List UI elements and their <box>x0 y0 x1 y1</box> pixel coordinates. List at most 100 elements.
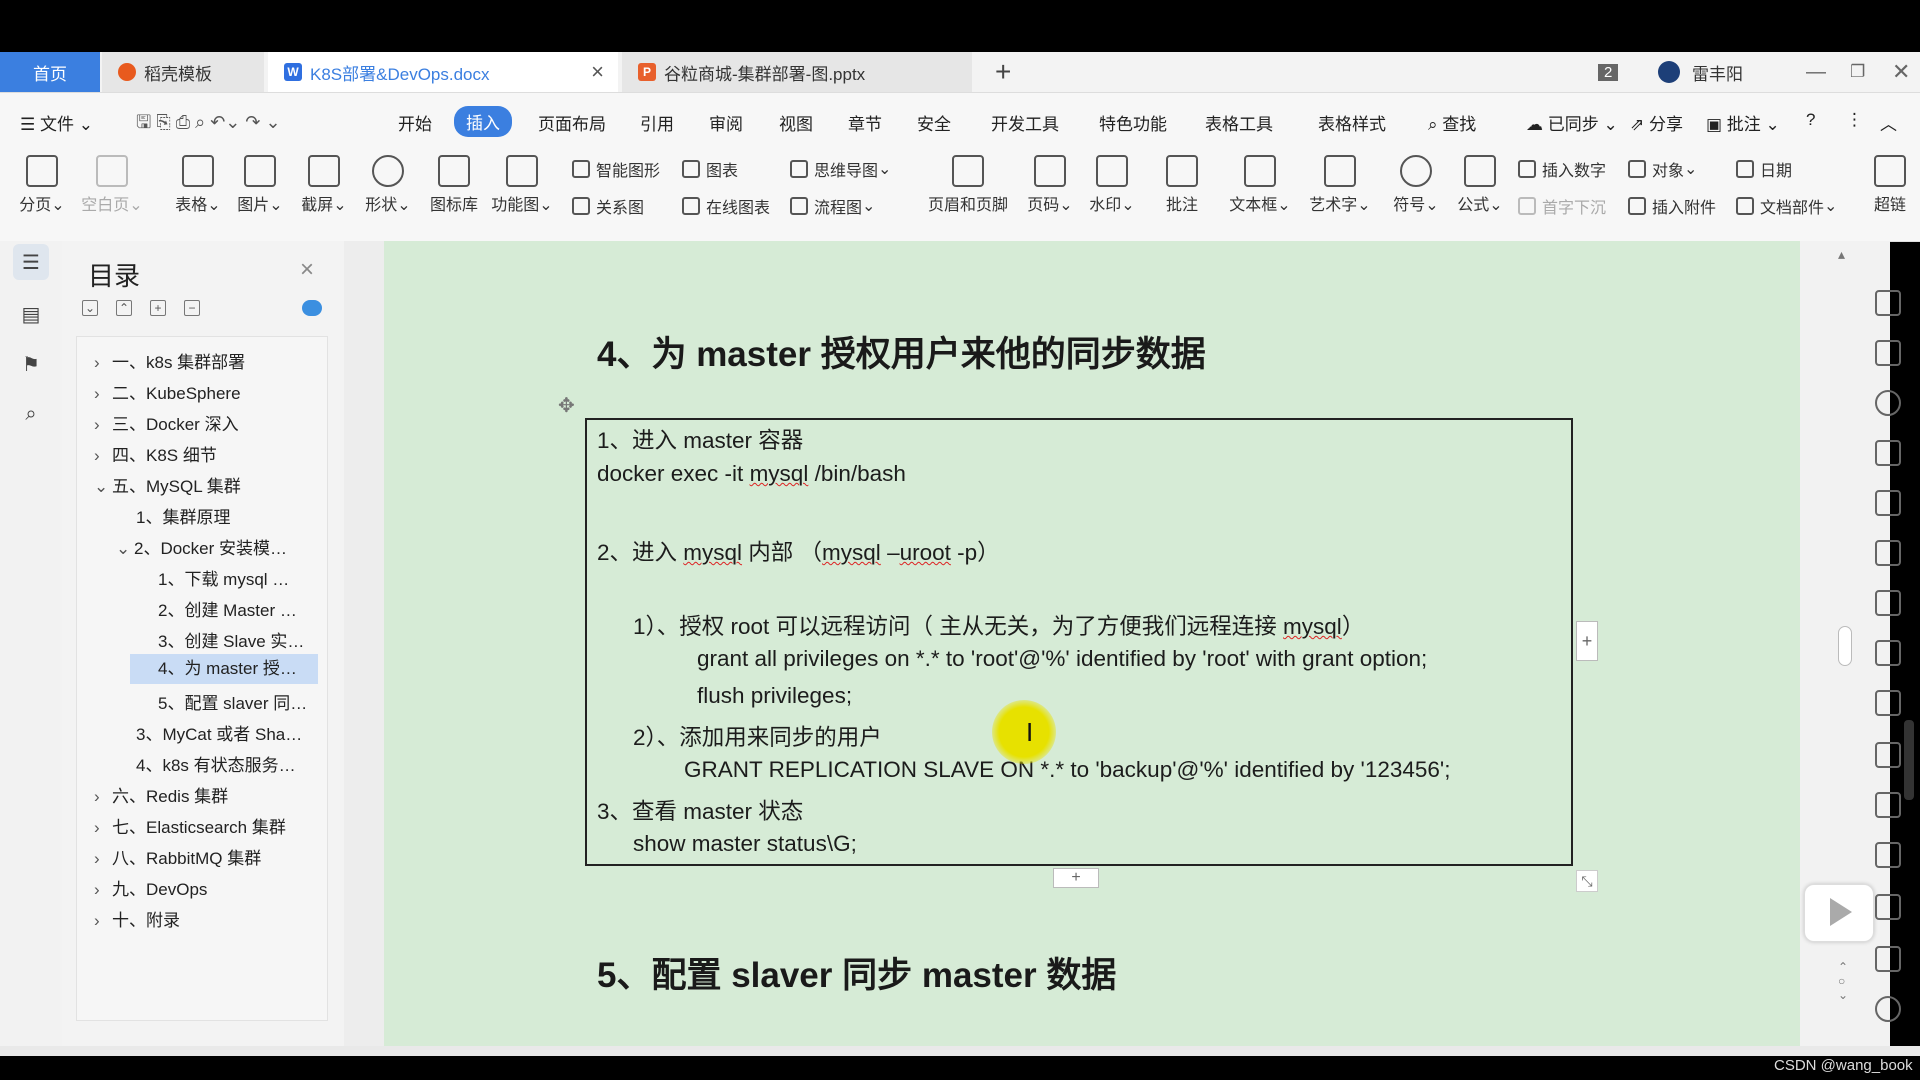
chevron-right-icon[interactable]: › <box>94 818 112 838</box>
screenshot-button[interactable]: 截屏⌄ <box>292 155 356 215</box>
window-count-badge[interactable]: 2 <box>1598 52 1619 92</box>
toc-item[interactable]: › 一、k8s 集群部署 <box>94 348 245 373</box>
shape-button[interactable]: 形状⌄ <box>356 155 420 215</box>
blank-page-button[interactable]: 空白页⌄ <box>80 155 144 215</box>
menu-security[interactable]: 安全 <box>917 110 951 135</box>
toc-item[interactable]: › 四、K8S 细节 <box>94 441 217 466</box>
add-heading-icon[interactable]: + <box>150 300 166 316</box>
toc-item[interactable]: › 二、KubeSphere <box>94 379 241 404</box>
document-part-button[interactable]: 文档部件 ⌄ <box>1736 194 1837 218</box>
symbol-button[interactable]: 符号⌄ <box>1384 155 1448 215</box>
header-footer-button[interactable]: 页眉和页脚 <box>918 155 1018 215</box>
tab-home[interactable]: 首页 <box>0 52 100 92</box>
attachment-button[interactable]: 插入附件 <box>1628 194 1716 218</box>
scroll-up-icon[interactable]: ▴ <box>1838 246 1845 263</box>
select-cursor-icon[interactable] <box>1875 340 1901 366</box>
apps-icon[interactable] <box>1875 590 1901 616</box>
formula-button[interactable]: 公式⌄ <box>1448 155 1512 215</box>
relation-chart-button[interactable]: 关系图 <box>572 194 644 218</box>
toc-item[interactable]: 4、k8s 有状态服务… <box>136 751 296 776</box>
page-number-button[interactable]: 页码⌄ <box>1018 155 1082 215</box>
icon-library-button[interactable]: 图标库 <box>422 155 486 215</box>
collapse-ribbon-icon[interactable]: ︿ <box>1880 110 1897 135</box>
toc-item[interactable]: 5、配置 slaver 同… <box>158 689 307 714</box>
smartart-button[interactable]: 智能图形 <box>572 157 660 181</box>
dropcap-button[interactable]: 首字下沉 <box>1518 194 1606 218</box>
toc-item[interactable]: › 三、Docker 深入 <box>94 410 239 435</box>
bookmark-icon[interactable]: ⚑ <box>13 346 49 382</box>
toc-item[interactable]: 1、集群原理 <box>136 503 230 528</box>
chevron-right-icon[interactable]: › <box>94 911 112 931</box>
menu-references[interactable]: 引用 <box>640 110 674 135</box>
add-row-button[interactable]: + <box>1053 868 1099 888</box>
tab-docer-templates[interactable]: 稻壳模板 <box>102 52 264 92</box>
restore-icon[interactable]: ❐ <box>1850 52 1865 92</box>
table-grid-icon[interactable] <box>1875 540 1901 566</box>
settings-sliders-icon[interactable] <box>1875 690 1901 716</box>
sync-status[interactable]: ☁ 已同步 ⌄ <box>1526 110 1618 135</box>
toc-item[interactable]: › 七、Elasticsearch 集群 <box>94 813 286 838</box>
vertical-scrollbar-thumb[interactable] <box>1838 626 1852 666</box>
minimize-icon[interactable]: — <box>1806 52 1826 92</box>
image-icon[interactable] <box>1875 742 1901 768</box>
translate-icon[interactable] <box>1875 842 1901 868</box>
online-chart-button[interactable]: 在线图表 <box>682 194 770 218</box>
menu-developer[interactable]: 开发工具 <box>991 110 1059 135</box>
picture-icon[interactable] <box>1875 946 1901 972</box>
chevron-right-icon[interactable]: › <box>94 415 112 435</box>
table-move-handle-icon[interactable]: ✥ <box>558 393 575 418</box>
toc-item[interactable]: ⌄ 五、MySQL 集群 <box>94 472 241 497</box>
side-handle[interactable] <box>1904 720 1914 800</box>
picture-button[interactable]: 图片⌄ <box>228 155 292 215</box>
watermark-button[interactable]: 水印⌄ <box>1080 155 1144 215</box>
date-button[interactable]: 日期 <box>1736 157 1792 181</box>
toc-sync-icon[interactable] <box>302 300 322 316</box>
toc-item[interactable]: 3、MyCat 或者 Sha… <box>136 720 302 745</box>
menu-review[interactable]: 审阅 <box>709 110 743 135</box>
close-tab-icon[interactable]: × <box>591 59 604 85</box>
page-thumbnail-icon[interactable]: ▤ <box>13 296 49 332</box>
object-button[interactable]: 对象 ⌄ <box>1628 157 1697 181</box>
flowchart-button[interactable]: 流程图 ⌄ <box>790 194 875 218</box>
find-icon[interactable]: ⌕ <box>13 396 49 432</box>
collapse-all-icon[interactable]: ⌃ <box>116 300 132 316</box>
export-icon[interactable] <box>1875 792 1901 818</box>
help-button[interactable]: ? <box>1806 110 1815 130</box>
toc-item[interactable]: › 八、RabbitMQ 集群 <box>94 844 261 869</box>
archive-icon[interactable] <box>1875 894 1901 920</box>
page-nav-icons[interactable]: ⌃ ○ ⌄ <box>1838 960 1848 1002</box>
wordart-button[interactable]: 艺术字⌄ <box>1308 155 1372 215</box>
menu-start[interactable]: 开始 <box>398 110 432 135</box>
toc-item[interactable]: 1、下载 mysql … <box>158 565 289 590</box>
expand-all-icon[interactable]: ⌄ <box>82 300 98 316</box>
share-button[interactable]: ⇗ 分享 <box>1630 110 1683 135</box>
insert-number-button[interactable]: 插入数字 <box>1518 157 1606 181</box>
file-menu[interactable]: ☰ 文件 ⌄ <box>20 110 93 135</box>
more-icon[interactable]: ⋮ <box>1846 110 1863 130</box>
toc-item-selected[interactable]: 4、为 master 授… <box>130 654 318 684</box>
menu-page-layout[interactable]: 页面布局 <box>538 110 606 135</box>
menu-view[interactable]: 视图 <box>779 110 813 135</box>
quick-access-toolbar[interactable]: 🖫 ⎘ ⎙ ⌕ ↶⌄ ↷ ⌄ <box>136 110 281 140</box>
chevron-right-icon[interactable]: › <box>94 384 112 404</box>
menu-table-style[interactable]: 表格样式 <box>1318 110 1386 135</box>
shapes-icon[interactable] <box>1875 440 1901 466</box>
textbox-button[interactable]: 文本框⌄ <box>1228 155 1292 215</box>
remove-heading-icon[interactable]: − <box>184 300 200 316</box>
table-button[interactable]: 表格⌄ <box>166 155 230 215</box>
tab-pptx[interactable]: P 谷粒商城-集群部署-图.pptx <box>622 52 972 92</box>
edit-pen-icon[interactable] <box>1875 290 1901 316</box>
toc-item[interactable]: 3、创建 Slave 实… <box>158 627 304 652</box>
mindmap-button[interactable]: 思维导图 ⌄ <box>790 157 891 181</box>
location-icon[interactable] <box>1875 996 1901 1022</box>
table-resize-handle-icon[interactable]: ⤡ <box>1576 870 1598 892</box>
chart-icon[interactable] <box>1875 640 1901 666</box>
chevron-down-icon[interactable]: ⌄ <box>94 477 112 497</box>
toc-item[interactable]: › 六、Redis 集群 <box>94 782 228 807</box>
toc-panel-icon[interactable]: ☰ <box>13 244 49 280</box>
chevron-right-icon[interactable]: › <box>94 849 112 869</box>
chevron-right-icon[interactable]: › <box>94 880 112 900</box>
comment-menu[interactable]: ▣ 批注 ⌄ <box>1706 110 1780 135</box>
function-chart-button[interactable]: 功能图⌄ <box>490 155 554 215</box>
chevron-down-icon[interactable]: ⌄ <box>116 539 134 559</box>
